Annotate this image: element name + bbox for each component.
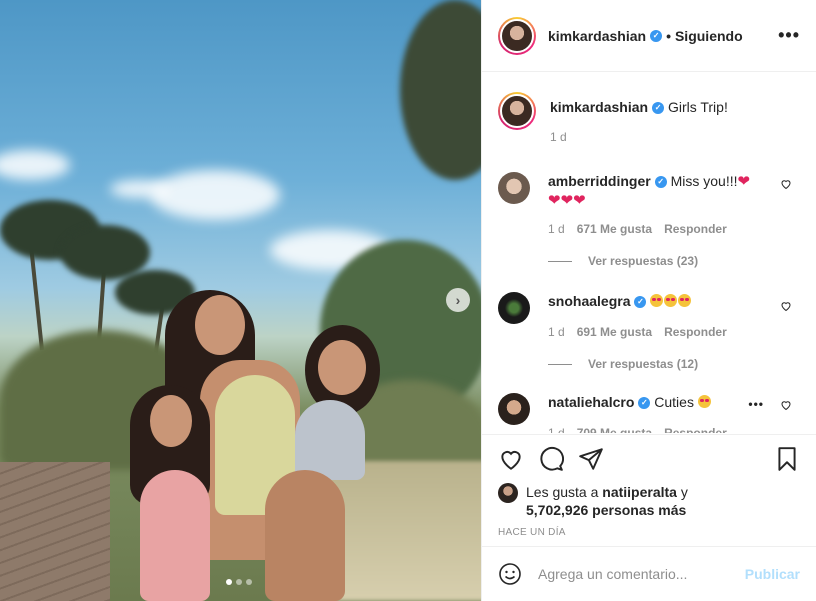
replies-line: [548, 260, 572, 262]
avatar[interactable]: [498, 172, 530, 204]
tree-canopy: [400, 0, 481, 180]
comment-input[interactable]: [538, 566, 745, 582]
avatar[interactable]: [498, 393, 530, 425]
caption-text: Girls Trip!: [667, 99, 728, 115]
comment-text-block: snohaalegra ✓ 1 d 691 Me gusta Responder: [548, 292, 768, 341]
likes-prefix: Les gusta a: [526, 484, 599, 500]
view-replies-button[interactable]: Ver respuestas (12): [548, 357, 800, 371]
comment-meta: 1 d 671 Me gusta Responder: [548, 220, 768, 238]
emoji-smiley-icon[interactable]: [498, 562, 522, 586]
verified-badge-icon: ✓: [652, 102, 665, 115]
carousel-dot: [246, 579, 252, 585]
comment-time[interactable]: 1 d: [548, 323, 565, 341]
comment-time[interactable]: 1 d: [548, 424, 565, 433]
comment-options-icon[interactable]: •••: [748, 397, 764, 411]
comment-text-block: amberriddinger ✓ Miss you!!!❤ ❤❤❤ 1 d 671…: [548, 172, 768, 238]
publish-button[interactable]: Publicar: [745, 566, 800, 582]
save-bookmark-icon[interactable]: [774, 446, 800, 472]
like-comment-heart-icon[interactable]: [780, 399, 792, 411]
child-swimsuit: [295, 400, 365, 480]
avatar[interactable]: [498, 292, 530, 324]
caption-text-block: kimkardashian ✓ Girls Trip! 1 d: [550, 98, 770, 146]
avatar[interactable]: [498, 16, 536, 55]
view-replies-button[interactable]: Ver respuestas (23): [548, 254, 800, 268]
header-username[interactable]: kimkardashian: [548, 28, 646, 44]
following-button[interactable]: Siguiendo: [675, 28, 743, 44]
comment-text: Miss you!!!: [670, 173, 738, 189]
red-heart-emoji: ❤: [737, 173, 751, 190]
verified-badge-icon: ✓: [634, 296, 647, 309]
post-side-panel: kimkardashian ✓ • Siguiendo ••• kimkarda…: [481, 0, 816, 601]
red-heart-emoji: ❤❤❤: [548, 192, 586, 209]
avatar[interactable]: [498, 92, 536, 130]
child-swimsuit: [140, 470, 210, 601]
cloud: [110, 180, 170, 198]
add-comment-bar: Publicar: [482, 546, 816, 601]
likes-text: Les gusta a natiiperalta y 5,702,926 per…: [526, 483, 688, 519]
comment-meta: 1 d 709 Me gusta Responder: [548, 424, 768, 433]
likes-connector: y: [680, 484, 688, 500]
caption-meta: 1 d: [550, 128, 770, 146]
reply-button[interactable]: Responder: [664, 323, 727, 341]
carousel-dot-active: [226, 579, 232, 585]
verified-badge-icon: ✓: [638, 397, 651, 410]
heart-eyes-emoji: [650, 293, 692, 309]
comment-username[interactable]: amberriddinger: [548, 173, 651, 189]
comments-list[interactable]: kimkardashian ✓ Girls Trip! 1 d amberridd…: [482, 73, 816, 433]
cloud: [150, 170, 280, 220]
header-separator: •: [666, 27, 671, 44]
comment-row: nataliehalcro ✓ Cuties 1 d 709 Me gusta R…: [498, 393, 800, 433]
comment-likes[interactable]: 709 Me gusta: [577, 424, 652, 433]
reply-button[interactable]: Responder: [664, 424, 727, 433]
view-replies-label: Ver respuestas (12): [588, 357, 699, 371]
header-meta: kimkardashian ✓ • Siguiendo: [548, 28, 743, 44]
comment-bubble-icon[interactable]: [538, 446, 564, 472]
carousel-dot: [236, 579, 242, 585]
like-heart-icon[interactable]: [498, 446, 524, 472]
replies-line: [548, 363, 572, 365]
next-slide-button[interactable]: ›: [446, 288, 470, 312]
child-face: [150, 395, 192, 447]
comment-likes[interactable]: 691 Me gusta: [577, 323, 652, 341]
caption-username[interactable]: kimkardashian: [550, 99, 648, 115]
liker-avatar[interactable]: [498, 483, 518, 503]
caption-row: kimkardashian ✓ Girls Trip! 1 d: [498, 92, 800, 146]
reply-button[interactable]: Responder: [664, 220, 727, 238]
view-replies-label: Ver respuestas (23): [588, 254, 699, 268]
post-actions: Les gusta a natiiperalta y 5,702,926 per…: [482, 434, 816, 538]
likes-summary: Les gusta a natiiperalta y 5,702,926 per…: [498, 483, 800, 519]
verified-badge-icon: ✓: [650, 29, 663, 42]
verified-badge-icon: ✓: [654, 176, 667, 189]
post-header: kimkardashian ✓ • Siguiendo •••: [482, 0, 816, 72]
caption-time[interactable]: 1 d: [550, 128, 567, 146]
like-comment-heart-icon[interactable]: [780, 300, 792, 312]
comment-username[interactable]: snohaalegra: [548, 293, 630, 309]
comment-likes[interactable]: 671 Me gusta: [577, 220, 652, 238]
more-options-icon[interactable]: •••: [778, 25, 800, 46]
child-legs: [265, 470, 345, 601]
comment-username[interactable]: nataliehalcro: [548, 394, 634, 410]
comment-time[interactable]: 1 d: [548, 220, 565, 238]
comment-row: snohaalegra ✓ 1 d 691 Me gusta Responder: [498, 292, 800, 341]
cloud: [0, 150, 70, 180]
liker-username[interactable]: natiiperalta: [602, 484, 677, 500]
heart-eyes-emoji: [697, 395, 711, 408]
wooden-deck: [0, 462, 110, 601]
likes-count[interactable]: 5,702,926 personas más: [526, 502, 686, 518]
like-comment-heart-icon[interactable]: [780, 178, 792, 190]
share-paper-plane-icon[interactable]: [578, 446, 604, 472]
comment-row: amberriddinger ✓ Miss you!!!❤ ❤❤❤ 1 d 671…: [498, 172, 800, 238]
person-face: [195, 295, 245, 355]
comment-text-block: nataliehalcro ✓ Cuties 1 d 709 Me gusta R…: [548, 393, 768, 433]
child-face: [318, 340, 366, 395]
carousel-indicator: [226, 579, 252, 585]
comment-text: Cuties: [654, 394, 694, 410]
post-time-ago[interactable]: HACE UN DÍA: [498, 527, 800, 538]
action-icons: [498, 435, 800, 483]
post-photo[interactable]: ›: [0, 0, 481, 601]
comment-meta: 1 d 691 Me gusta Responder: [548, 323, 768, 341]
